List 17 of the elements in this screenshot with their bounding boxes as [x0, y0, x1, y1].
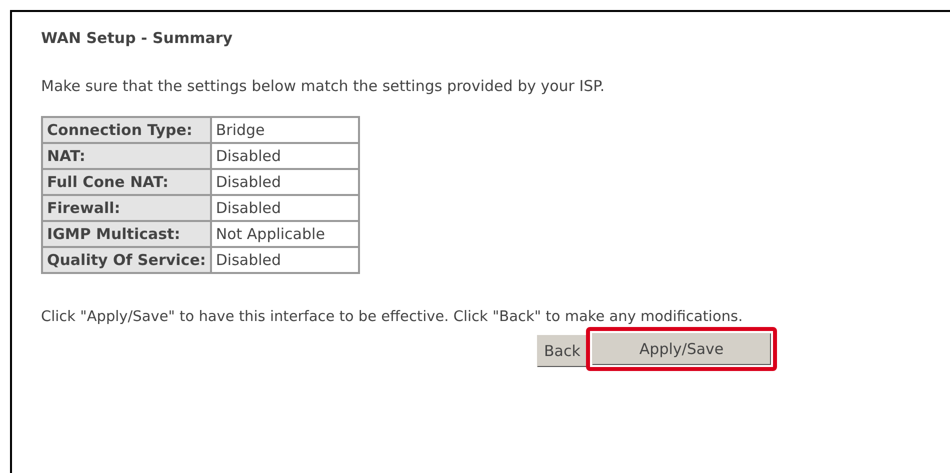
setting-label: Firewall: — [42, 195, 211, 221]
setting-value: Not Applicable — [210, 221, 359, 247]
action-button[interactable]: Apply/Save — [592, 332, 771, 365]
setting-label: IGMP Multicast: — [42, 221, 211, 247]
setting-label: NAT: — [42, 143, 211, 169]
instruction-text: Click "Apply/Save" to have this interface to be effective. Click "Back" to make any modifications. — [41, 308, 744, 327]
page-title: WAN Setup - Summary — [41, 28, 234, 49]
setting-value: Disabled — [210, 195, 359, 221]
setting-value: Bridge — [210, 117, 359, 143]
setting-value: Disabled — [210, 143, 359, 169]
intro-text: Make sure that the settings below match the settings provided by your ISP. — [41, 76, 606, 97]
setting-value: Disabled — [210, 169, 359, 195]
setting-label: Quality Of Service: — [42, 247, 211, 273]
action-button[interactable]: Back — [537, 334, 588, 367]
setting-label: Connection Type: — [42, 117, 211, 143]
setting-value: Disabled — [210, 247, 359, 273]
setting-label: Full Cone NAT: — [42, 169, 211, 195]
